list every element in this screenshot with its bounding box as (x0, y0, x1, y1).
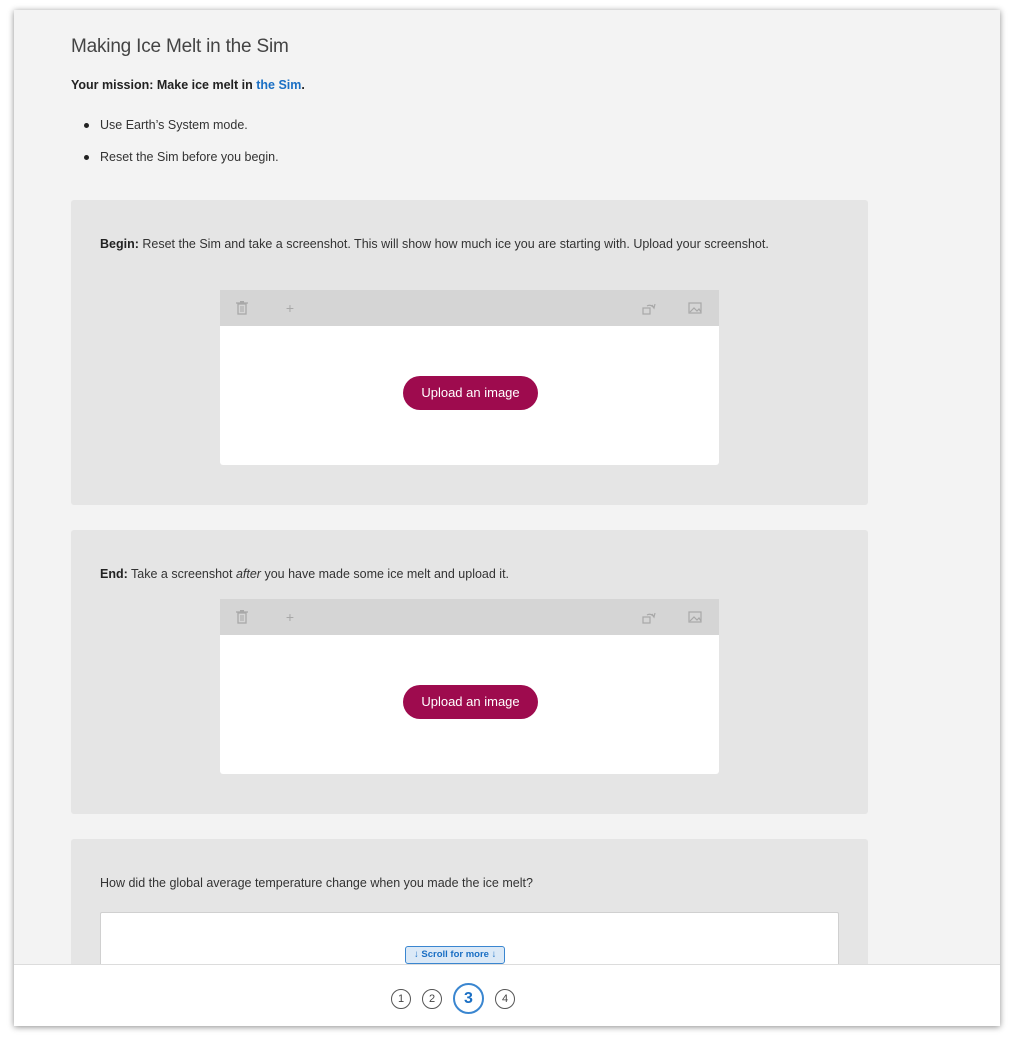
rotate-icon[interactable] (641, 609, 657, 625)
instruction-item: Reset the Sim before you begin. (84, 147, 279, 179)
image-drop-area[interactable]: Upload an image (220, 635, 719, 774)
uploader-toolbar: + (220, 599, 719, 635)
upload-image-button[interactable]: Upload an image (403, 685, 538, 719)
activity-window: Making Ice Melt in the Sim Your mission:… (14, 10, 1000, 1026)
image-icon[interactable] (687, 609, 703, 625)
page-button-3-current[interactable]: 3 (453, 983, 484, 1014)
uploader-toolbar: + (220, 290, 719, 326)
end-label: End: (100, 567, 128, 581)
page-title: Making Ice Melt in the Sim (71, 36, 289, 57)
page-button-1[interactable]: 1 (391, 988, 411, 1009)
sim-link[interactable]: the Sim (256, 78, 301, 92)
page-navigation: 1 2 3 4 (391, 983, 526, 1014)
end-text-after: you have made some ice melt and upload i… (260, 567, 510, 581)
activity-content[interactable]: Making Ice Melt in the Sim Your mission:… (14, 10, 1000, 964)
trash-icon[interactable] (234, 609, 250, 625)
page-button-4[interactable]: 4 (495, 988, 515, 1009)
begin-image-uploader: + Upload an image (220, 290, 719, 465)
question-prompt: How did the global average temperature c… (100, 876, 533, 890)
image-icon[interactable] (687, 300, 703, 316)
begin-text: Reset the Sim and take a screenshot. Thi… (138, 237, 769, 251)
mission-statement: Your mission: Make ice melt in the Sim. (71, 78, 305, 92)
plus-icon[interactable]: + (282, 609, 298, 625)
trash-icon[interactable] (234, 300, 250, 316)
rotate-icon[interactable] (641, 300, 657, 316)
end-text-emphasis: after (235, 567, 261, 581)
begin-prompt: Begin: Reset the Sim and take a screensh… (100, 234, 788, 254)
plus-icon[interactable]: + (282, 300, 298, 316)
pager-footer: 1 2 3 4 (14, 964, 1000, 1026)
page-button-2[interactable]: 2 (422, 988, 442, 1009)
upload-image-button[interactable]: Upload an image (403, 376, 538, 410)
end-card: End: Take a screenshot after you have ma… (71, 530, 868, 814)
begin-card: Begin: Reset the Sim and take a screensh… (71, 200, 868, 505)
mission-suffix: . (301, 78, 305, 92)
begin-label: Begin: (100, 237, 139, 251)
scroll-for-more-badge[interactable]: ↓ Scroll for more ↓ (405, 946, 506, 964)
end-text-before: Take a screenshot (127, 567, 236, 581)
instruction-list: Use Earth’s System mode. Reset the Sim b… (84, 115, 279, 179)
end-image-uploader: + Upload an image (220, 599, 719, 774)
end-prompt: End: Take a screenshot after you have ma… (100, 564, 788, 584)
mission-prefix: Your mission: Make ice melt in (71, 78, 257, 92)
image-drop-area[interactable]: Upload an image (220, 326, 719, 465)
instruction-item: Use Earth’s System mode. (84, 115, 279, 147)
